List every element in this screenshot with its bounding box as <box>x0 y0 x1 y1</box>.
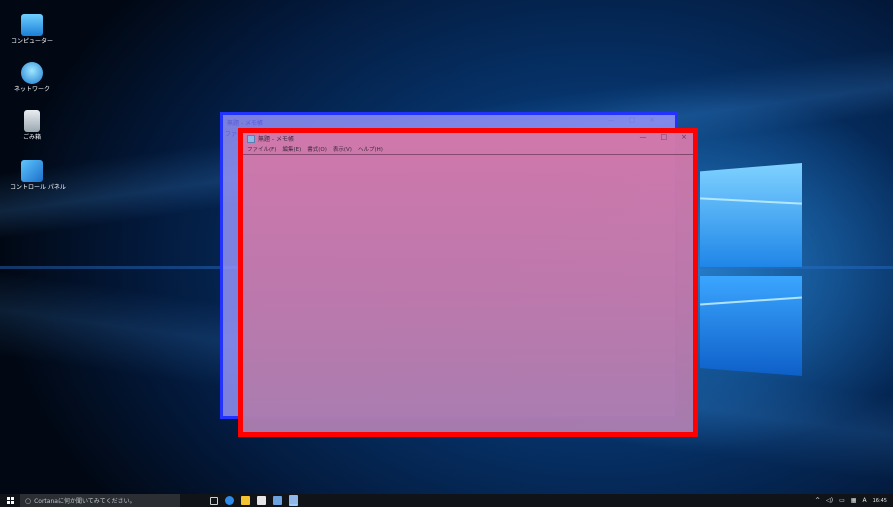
front-window-menubar: ファイル(F) 編集(E) 書式(O) 表示(V) ヘルプ(H) <box>243 144 693 155</box>
start-button[interactable] <box>0 494 20 507</box>
clock[interactable]: 16:45 <box>873 498 887 504</box>
desktop-icon-label: ネットワーク <box>13 86 50 93</box>
desktop-icon-control-panel[interactable]: コントロール パネル <box>10 160 66 191</box>
back-window-title: 無題 - メモ帳 <box>227 119 263 127</box>
app-icon[interactable] <box>273 496 282 505</box>
desktop-icon-computer[interactable]: コンピューター <box>10 14 54 45</box>
menu-help[interactable]: ヘルプ(H) <box>358 145 383 153</box>
desktop-icon-label: コントロール パネル <box>10 184 66 191</box>
clock-time: 16:45 <box>872 497 887 504</box>
tray-chevron-icon[interactable]: ^ <box>815 497 820 504</box>
taskbar-pinned-apps <box>210 495 298 506</box>
desktop-background: コンピューター ネットワーク ごみ箱 コントロール パネル 無題 - メモ帳 —… <box>0 0 893 507</box>
menu-format[interactable]: 書式(O) <box>307 145 327 153</box>
front-window-titlebar[interactable]: 無題 - メモ帳 <box>243 133 693 144</box>
windows-logo-icon <box>6 497 14 504</box>
desktop-icon-label: コンピューター <box>10 38 53 45</box>
back-window-controls[interactable]: —□× <box>608 116 669 124</box>
menu-view[interactable]: 表示(V) <box>333 145 352 153</box>
desktop-icon-label: ごみ箱 <box>22 134 41 141</box>
volume-icon[interactable]: ◁) <box>826 497 833 504</box>
store-icon[interactable] <box>257 496 266 505</box>
close-button[interactable]: × <box>681 133 687 141</box>
keyboard-icon[interactable]: ▦ <box>851 497 857 504</box>
notepad-icon <box>247 134 255 143</box>
menu-edit[interactable]: 編集(E) <box>282 145 301 153</box>
network-tray-icon[interactable]: ▭ <box>839 497 845 504</box>
system-tray: ^ ◁) ▭ ▦ A 16:45 <box>815 494 887 507</box>
file-explorer-icon[interactable] <box>241 496 250 505</box>
computer-icon <box>21 14 43 36</box>
taskbar: ○ Cortanaに何か聞いてみてください。 ^ ◁) ▭ ▦ A 16:45 <box>0 494 893 507</box>
edge-browser-icon[interactable] <box>225 496 234 505</box>
desktop-icon-network[interactable]: ネットワーク <box>10 62 54 93</box>
control-panel-icon <box>21 160 43 182</box>
ime-indicator[interactable]: A <box>862 497 866 504</box>
front-window-controls: — □ × <box>640 133 688 141</box>
desktop-icon-recycle-bin[interactable]: ごみ箱 <box>10 110 54 141</box>
notepad-taskbar-icon[interactable] <box>289 495 298 506</box>
search-icon: ○ <box>25 496 32 505</box>
menu-file[interactable]: ファイル(F) <box>247 145 276 153</box>
network-icon <box>21 62 43 84</box>
cortana-search-box[interactable]: ○ Cortanaに何か聞いてみてください。 <box>20 494 180 507</box>
minimize-button[interactable]: — <box>640 133 647 141</box>
text-edit-area[interactable] <box>243 155 693 432</box>
notepad-window-front[interactable]: 無題 - メモ帳 — □ × ファイル(F) 編集(E) 書式(O) 表示(V)… <box>238 128 698 437</box>
search-placeholder: Cortanaに何か聞いてみてください。 <box>34 498 136 505</box>
task-view-icon[interactable] <box>210 496 218 505</box>
windows-logo-pane-top <box>700 163 802 267</box>
maximize-button[interactable]: □ <box>661 133 668 141</box>
front-window-title: 無題 - メモ帳 <box>258 136 294 143</box>
windows-logo-pane-bottom <box>700 276 802 376</box>
recycle-bin-icon <box>24 110 40 132</box>
